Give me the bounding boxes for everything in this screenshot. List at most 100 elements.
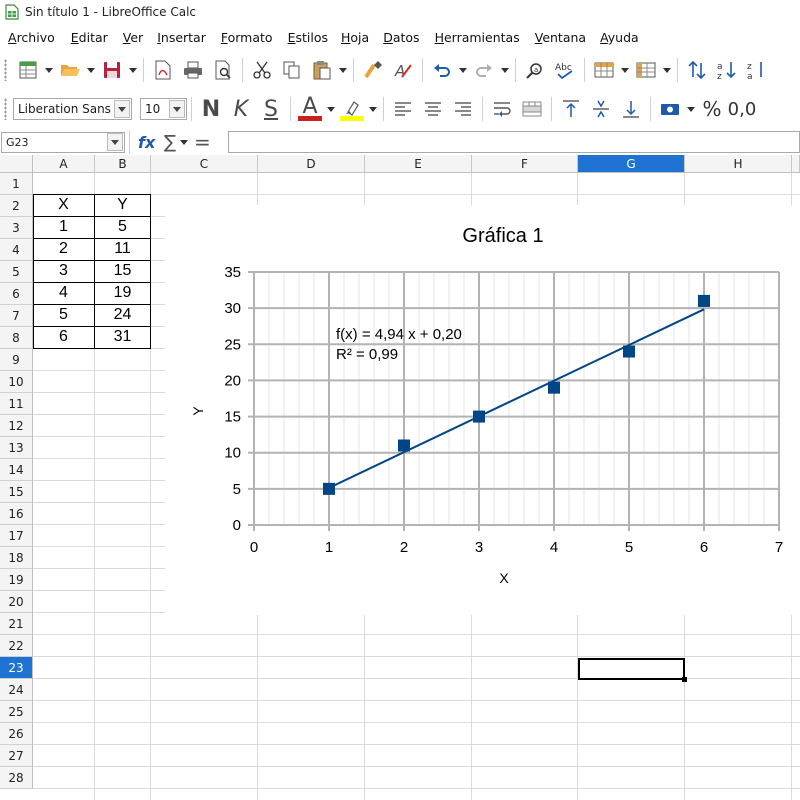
print-icon[interactable] xyxy=(178,55,208,85)
menu-archivo[interactable]: Archivo xyxy=(0,30,55,45)
column-header-c[interactable]: C xyxy=(151,155,258,173)
menu-ventana[interactable]: Ventana xyxy=(520,30,586,45)
merge-cells-icon[interactable] xyxy=(517,94,547,124)
menu-editar[interactable]: Editar xyxy=(55,30,108,45)
row-header-22[interactable]: 22 xyxy=(0,635,33,657)
row-header-25[interactable]: 25 xyxy=(0,701,33,723)
underline-button[interactable]: S xyxy=(256,94,286,124)
cut-icon[interactable] xyxy=(247,55,277,85)
copy-icon[interactable] xyxy=(277,55,307,85)
font-size-combo[interactable]: 10 xyxy=(140,98,187,120)
row-icon[interactable] xyxy=(589,55,619,85)
toolbar-grip[interactable] xyxy=(4,59,7,81)
row-header-13[interactable]: 13 xyxy=(0,437,33,459)
row-header-11[interactable]: 11 xyxy=(0,393,33,415)
new-dropdown[interactable] xyxy=(43,55,55,85)
menu-ver[interactable]: Ver xyxy=(108,30,143,45)
table-cell[interactable]: 5 xyxy=(94,216,151,238)
font-color-button[interactable]: A xyxy=(295,94,325,124)
table-cell[interactable]: 15 xyxy=(94,260,151,282)
row-header-5[interactable]: 5 xyxy=(0,261,33,283)
menu-herramientas[interactable]: Herramientas xyxy=(420,30,520,45)
function-wizard-button[interactable]: fx xyxy=(138,133,160,152)
clone-formatting-icon[interactable] xyxy=(358,55,388,85)
menu-formato[interactable]: Formato xyxy=(206,30,273,45)
export-pdf-icon[interactable] xyxy=(148,55,178,85)
currency-format-icon[interactable] xyxy=(655,94,685,124)
wrap-text-icon[interactable] xyxy=(487,94,517,124)
row-header-3[interactable]: 3 xyxy=(0,217,33,239)
row-header-19[interactable]: 19 xyxy=(0,569,33,591)
sort-icon[interactable] xyxy=(682,55,712,85)
autofill-handle[interactable] xyxy=(682,677,687,682)
row-header-20[interactable]: 20 xyxy=(0,591,33,613)
open-icon[interactable] xyxy=(55,55,85,85)
column-header-partial[interactable] xyxy=(792,155,800,173)
number-format-button[interactable]: 0,0 xyxy=(727,94,757,124)
redo-icon[interactable] xyxy=(469,55,499,85)
row-header-28[interactable]: 28 xyxy=(0,767,33,789)
clear-formatting-icon[interactable]: A xyxy=(388,55,418,85)
chevron-down-icon[interactable] xyxy=(107,133,123,151)
table-cell[interactable]: 1 xyxy=(33,216,94,238)
sum-button[interactable]: ∑ xyxy=(164,132,178,153)
bold-button[interactable]: N xyxy=(196,94,226,124)
sum-dropdown[interactable] xyxy=(178,132,190,152)
highlight-color-button[interactable] xyxy=(337,94,367,124)
save-dropdown[interactable] xyxy=(127,55,139,85)
percent-format-button[interactable]: % xyxy=(697,94,727,124)
row-header-26[interactable]: 26 xyxy=(0,723,33,745)
align-left-icon[interactable] xyxy=(388,94,418,124)
table-cell[interactable]: 2 xyxy=(33,238,94,260)
align-middle-icon[interactable] xyxy=(586,94,616,124)
row-header-6[interactable]: 6 xyxy=(0,283,33,305)
select-all-corner[interactable] xyxy=(0,155,33,173)
selected-cell-cursor[interactable] xyxy=(578,658,687,682)
column-header-b[interactable]: B xyxy=(95,155,151,173)
menu-datos[interactable]: Datos xyxy=(369,30,419,45)
new-icon[interactable] xyxy=(13,55,43,85)
row-dropdown[interactable] xyxy=(619,55,631,85)
column-header-g[interactable]: G xyxy=(578,155,685,173)
table-cell[interactable]: 31 xyxy=(94,326,151,348)
row-header-24[interactable]: 24 xyxy=(0,679,33,701)
row-header-8[interactable]: 8 xyxy=(0,327,33,349)
sort-descending-icon[interactable]: za xyxy=(742,55,772,85)
row-header-23[interactable]: 23 xyxy=(0,657,33,679)
align-right-icon[interactable] xyxy=(448,94,478,124)
menu-hoja[interactable]: Hoja xyxy=(328,30,369,45)
paste-dropdown[interactable] xyxy=(337,55,349,85)
column-icon[interactable] xyxy=(631,55,661,85)
formula-button[interactable]: = xyxy=(194,130,211,154)
sort-ascending-icon[interactable]: az xyxy=(712,55,742,85)
save-icon[interactable] xyxy=(97,55,127,85)
toolbar-grip[interactable] xyxy=(4,98,7,120)
column-header-f[interactable]: F xyxy=(472,155,578,173)
table-cell[interactable]: 4 xyxy=(33,282,94,304)
row-header-27[interactable]: 27 xyxy=(0,745,33,767)
menu-estilos[interactable]: Estilos xyxy=(273,30,328,45)
align-top-icon[interactable] xyxy=(556,94,586,124)
row-header-15[interactable]: 15 xyxy=(0,481,33,503)
row-header-4[interactable]: 4 xyxy=(0,239,33,261)
align-bottom-icon[interactable] xyxy=(616,94,646,124)
undo-icon[interactable] xyxy=(427,55,457,85)
row-header-17[interactable]: 17 xyxy=(0,525,33,547)
spelling-icon[interactable]: Abc xyxy=(550,55,580,85)
menu-ayuda[interactable]: Ayuda xyxy=(586,30,639,45)
table-cell[interactable]: 11 xyxy=(94,238,151,260)
name-box[interactable]: G23 xyxy=(1,131,125,153)
row-header-14[interactable]: 14 xyxy=(0,459,33,481)
redo-dropdown[interactable] xyxy=(499,55,511,85)
column-header-e[interactable]: E xyxy=(365,155,472,173)
column-header-d[interactable]: D xyxy=(258,155,365,173)
formula-input[interactable] xyxy=(228,131,800,153)
table-cell[interactable]: 24 xyxy=(94,304,151,326)
row-header-1[interactable]: 1 xyxy=(0,173,33,195)
column-dropdown[interactable] xyxy=(661,55,673,85)
table-header-cell[interactable]: Y xyxy=(94,194,151,216)
table-cell[interactable]: 3 xyxy=(33,260,94,282)
row-header-10[interactable]: 10 xyxy=(0,371,33,393)
print-preview-icon[interactable] xyxy=(208,55,238,85)
chevron-down-icon[interactable] xyxy=(169,100,185,118)
